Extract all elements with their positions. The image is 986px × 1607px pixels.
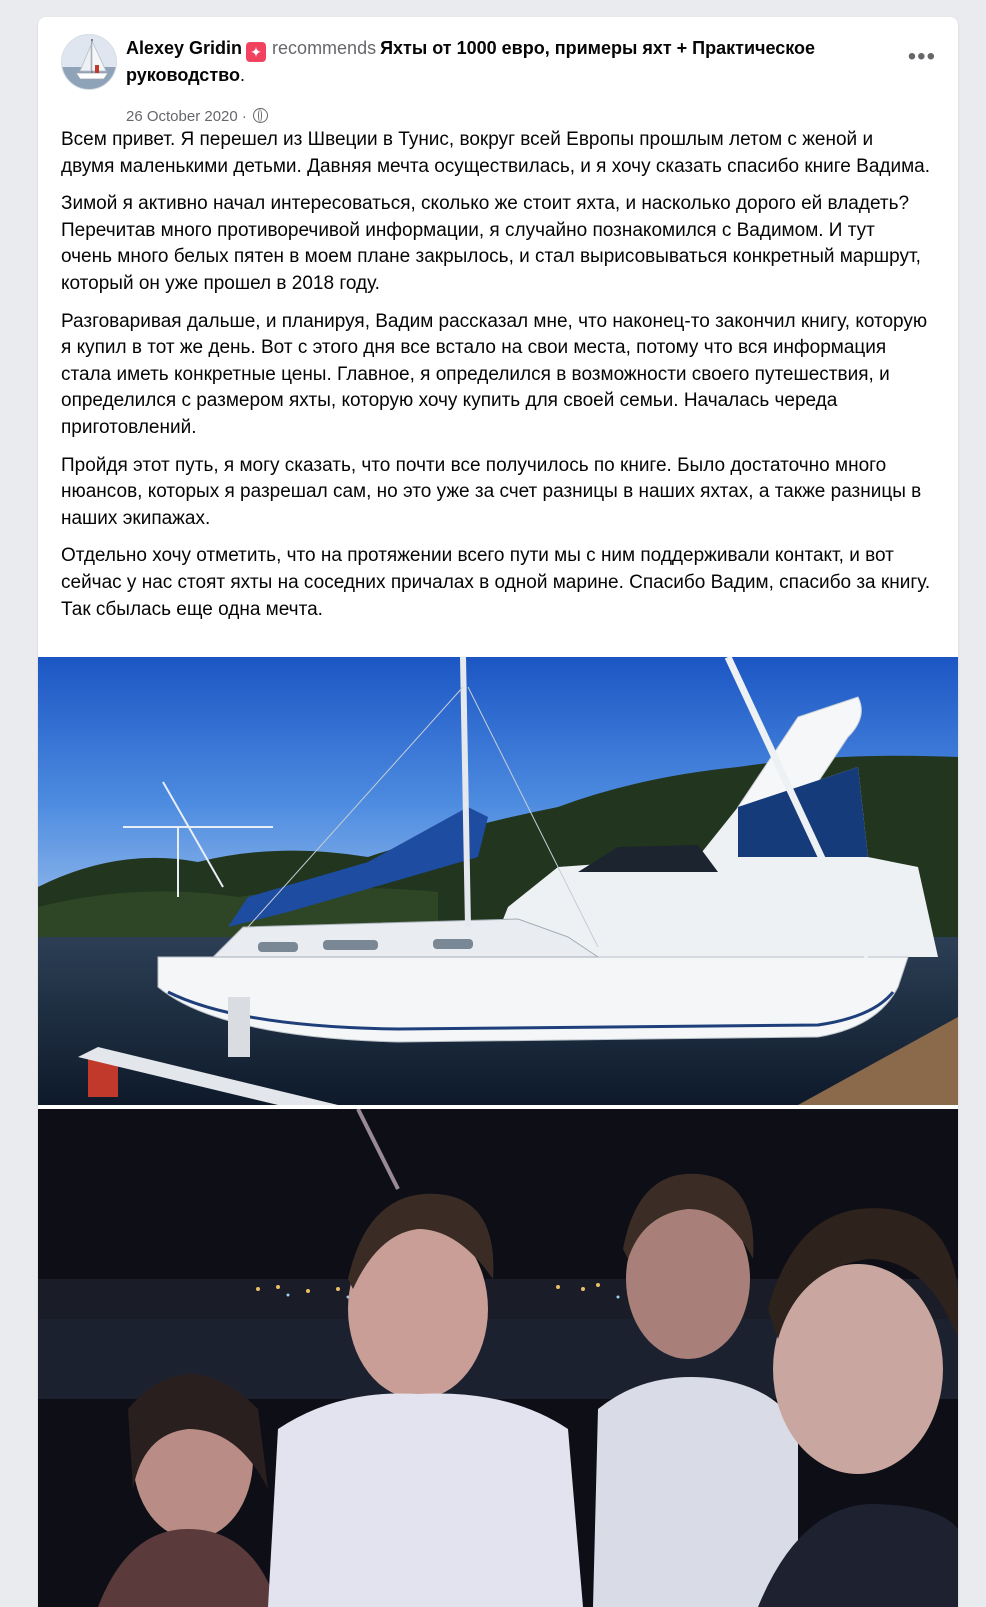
more-options-icon[interactable]: ••• bbox=[908, 45, 936, 69]
post-photo-yachts[interactable] bbox=[38, 657, 958, 1105]
post-paragraph: Отдельно хочу отметить, что на протяжени… bbox=[61, 545, 931, 620]
post-photo-selfie[interactable] bbox=[38, 1109, 958, 1607]
meta-separator: · bbox=[241, 108, 247, 125]
recommend-star-icon: ✦ bbox=[246, 42, 267, 62]
recommends-label: recommends bbox=[272, 38, 377, 58]
post-meta: 26 October 2020 · bbox=[126, 107, 269, 127]
author-avatar[interactable] bbox=[61, 34, 117, 90]
globe-icon[interactable] bbox=[253, 108, 269, 123]
post-paragraph: Разговаривая дальше, и планируя, Вадим р… bbox=[61, 310, 928, 438]
post-paragraph: Зимой я активно начал интересоваться, ск… bbox=[61, 193, 921, 294]
post-title-line: Alexey Gridin ✦ recommends Яхты от 1000 евр… bbox=[126, 35, 901, 89]
post-body: Всем привет. Я перешел из Швеции в Тунис… bbox=[61, 127, 931, 634]
post-date[interactable]: 26 October 2020 bbox=[126, 108, 238, 125]
post-paragraph: Всем привет. Я перешел из Швеции в Тунис… bbox=[61, 129, 930, 177]
author-name[interactable]: Alexey Gridin bbox=[126, 38, 242, 58]
post-paragraph: Пройдя этот путь, я могу сказать, что по… bbox=[61, 454, 922, 529]
post-card: Alexey Gridin ✦ recommends Яхты от 1000 евр… bbox=[38, 17, 958, 1607]
post-header: Alexey Gridin ✦ recommends Яхты от 1000 евр… bbox=[38, 17, 958, 125]
title-suffix: . bbox=[239, 65, 245, 85]
